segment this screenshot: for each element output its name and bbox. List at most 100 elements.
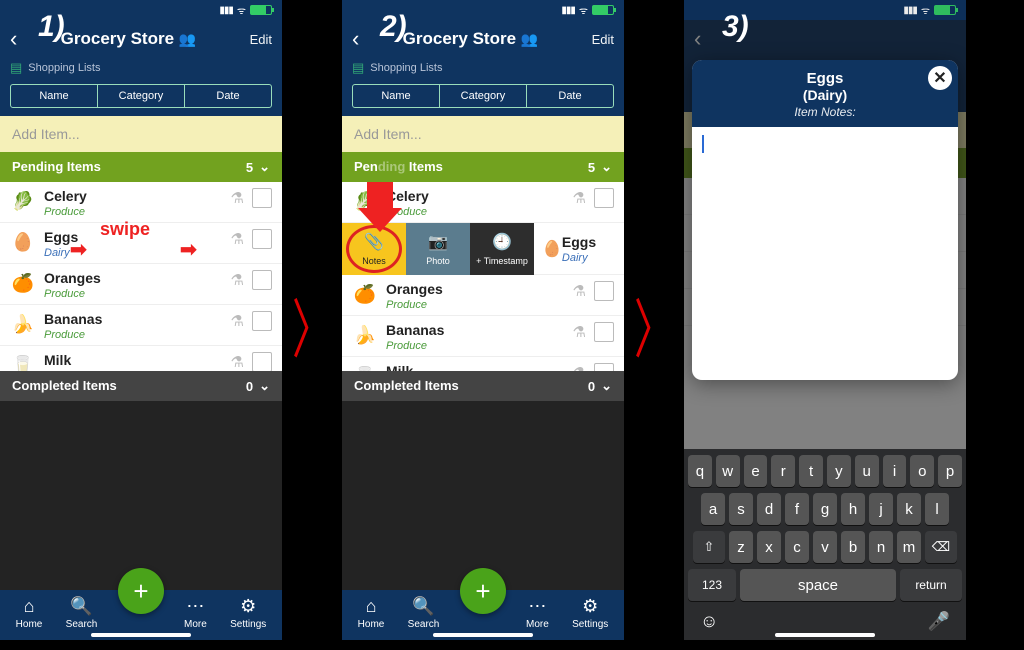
- key-space[interactable]: space: [740, 569, 896, 601]
- list-item[interactable]: 🍊 OrangesProduce ⚗: [342, 275, 624, 316]
- list-item[interactable]: 🥛 MilkDairy ⚗: [0, 346, 282, 371]
- details-icon[interactable]: ⚗: [231, 230, 244, 248]
- checkbox[interactable]: [252, 311, 272, 331]
- notes-textarea[interactable]: [692, 127, 958, 166]
- key-a[interactable]: a: [701, 493, 725, 525]
- completed-section-header[interactable]: Completed Items 0⌄: [342, 371, 624, 401]
- add-item-input[interactable]: Add Item...: [0, 116, 282, 152]
- home-icon: ⌂: [366, 596, 377, 617]
- details-icon[interactable]: ⚗: [573, 364, 586, 371]
- share-icon[interactable]: 👥: [179, 31, 196, 47]
- list-item[interactable]: 🥬 CeleryProduce ⚗: [0, 182, 282, 223]
- key-k[interactable]: k: [897, 493, 921, 525]
- key-u[interactable]: u: [855, 455, 879, 487]
- key-r[interactable]: r: [771, 455, 795, 487]
- details-icon[interactable]: ⚗: [231, 189, 244, 207]
- key-w[interactable]: w: [716, 455, 740, 487]
- arrow-right-icon: ➡: [70, 237, 87, 262]
- add-item-input[interactable]: Add Item...: [342, 116, 624, 152]
- checkbox[interactable]: [594, 363, 614, 371]
- key-shift[interactable]: ⇧: [693, 531, 725, 563]
- screen-step-3: 3) ▮▮▮ ᯤ ‹ Ad Pen⌄ 🥬 🥚 🍊 🍌 ✕ Eggs (Dairy…: [684, 0, 966, 640]
- completed-section-header[interactable]: Completed Items 0⌄: [0, 371, 282, 401]
- details-icon[interactable]: ⚗: [231, 312, 244, 330]
- key-h[interactable]: h: [841, 493, 865, 525]
- key-n[interactable]: n: [869, 531, 893, 563]
- key-j[interactable]: j: [869, 493, 893, 525]
- key-l[interactable]: l: [925, 493, 949, 525]
- list-item[interactable]: 🍊 OrangesProduce ⚗: [0, 264, 282, 305]
- tab-search[interactable]: 🔍Search: [66, 596, 98, 630]
- pending-section-header[interactable]: Pending Items 5⌄: [342, 152, 624, 182]
- tab-more[interactable]: ⋯More: [184, 596, 207, 630]
- key-g[interactable]: g: [813, 493, 837, 525]
- key-b[interactable]: b: [841, 531, 865, 563]
- dictation-button[interactable]: 🎤: [928, 611, 950, 632]
- add-fab[interactable]: +: [118, 568, 164, 614]
- list-item[interactable]: 🍌 BananasProduce ⚗: [0, 305, 282, 346]
- breadcrumb[interactable]: Shopping Lists: [28, 62, 100, 74]
- close-button[interactable]: ✕: [928, 66, 952, 90]
- tab-date[interactable]: Date: [527, 85, 613, 107]
- checkbox[interactable]: [252, 352, 272, 371]
- details-icon[interactable]: ⚗: [573, 189, 586, 207]
- key-m[interactable]: m: [897, 531, 921, 563]
- emoji-button[interactable]: ☺: [700, 611, 718, 632]
- edit-button[interactable]: Edit: [592, 32, 614, 47]
- key-o[interactable]: o: [910, 455, 934, 487]
- add-fab[interactable]: +: [460, 568, 506, 614]
- home-indicator[interactable]: [775, 633, 875, 637]
- key-e[interactable]: e: [744, 455, 768, 487]
- key-x[interactable]: x: [757, 531, 781, 563]
- checkbox[interactable]: [252, 229, 272, 249]
- key-v[interactable]: v: [813, 531, 837, 563]
- key-i[interactable]: i: [883, 455, 907, 487]
- share-icon[interactable]: 👥: [521, 31, 538, 47]
- checkbox[interactable]: [594, 188, 614, 208]
- tab-settings[interactable]: ⚙Settings: [230, 596, 266, 630]
- list-item[interactable]: 🥚 EggsDairy ⚗ swipe ➡ ➡: [0, 223, 282, 264]
- swipe-photo-button[interactable]: 📷Photo: [406, 223, 470, 275]
- checkbox[interactable]: [252, 270, 272, 290]
- tab-name[interactable]: Name: [353, 85, 440, 107]
- tab-settings[interactable]: ⚙Settings: [572, 596, 608, 630]
- key-p[interactable]: p: [938, 455, 962, 487]
- key-s[interactable]: s: [729, 493, 753, 525]
- key-y[interactable]: y: [827, 455, 851, 487]
- tab-category[interactable]: Category: [98, 85, 185, 107]
- tab-bar: + ⌂Home 🔍Search ⋯More ⚙Settings: [342, 590, 624, 640]
- details-icon[interactable]: ⚗: [231, 271, 244, 289]
- tab-home[interactable]: ⌂Home: [16, 596, 43, 630]
- home-indicator[interactable]: [91, 633, 191, 637]
- details-icon[interactable]: ⚗: [231, 353, 244, 371]
- key-f[interactable]: f: [785, 493, 809, 525]
- key-123[interactable]: 123: [688, 569, 736, 601]
- key-return[interactable]: return: [900, 569, 962, 601]
- key-c[interactable]: c: [785, 531, 809, 563]
- key-d[interactable]: d: [757, 493, 781, 525]
- edit-button[interactable]: Edit: [250, 32, 272, 47]
- home-indicator[interactable]: [433, 633, 533, 637]
- pending-section-header[interactable]: Pending Items 5⌄: [0, 152, 282, 182]
- tab-name[interactable]: Name: [11, 85, 98, 107]
- list-item[interactable]: 🍌 BananasProduce ⚗: [342, 316, 624, 357]
- paperclip-icon: 📎: [364, 232, 384, 252]
- list-item[interactable]: 🥛 MilkDairy ⚗: [342, 357, 624, 371]
- key-z[interactable]: z: [729, 531, 753, 563]
- list-item[interactable]: 🥚 EggsDairy: [534, 223, 624, 275]
- checkbox[interactable]: [594, 281, 614, 301]
- details-icon[interactable]: ⚗: [573, 323, 586, 341]
- tab-category[interactable]: Category: [440, 85, 527, 107]
- checkbox[interactable]: [252, 188, 272, 208]
- tab-home[interactable]: ⌂Home: [358, 596, 385, 630]
- swipe-timestamp-button[interactable]: 🕘+ Timestamp: [470, 223, 534, 275]
- breadcrumb[interactable]: Shopping Lists: [370, 62, 442, 74]
- details-icon[interactable]: ⚗: [573, 282, 586, 300]
- tab-search[interactable]: 🔍Search: [408, 596, 440, 630]
- key-q[interactable]: q: [688, 455, 712, 487]
- checkbox[interactable]: [594, 322, 614, 342]
- key-t[interactable]: t: [799, 455, 823, 487]
- key-backspace[interactable]: ⌫: [925, 531, 957, 563]
- tab-date[interactable]: Date: [185, 85, 271, 107]
- tab-more[interactable]: ⋯More: [526, 596, 549, 630]
